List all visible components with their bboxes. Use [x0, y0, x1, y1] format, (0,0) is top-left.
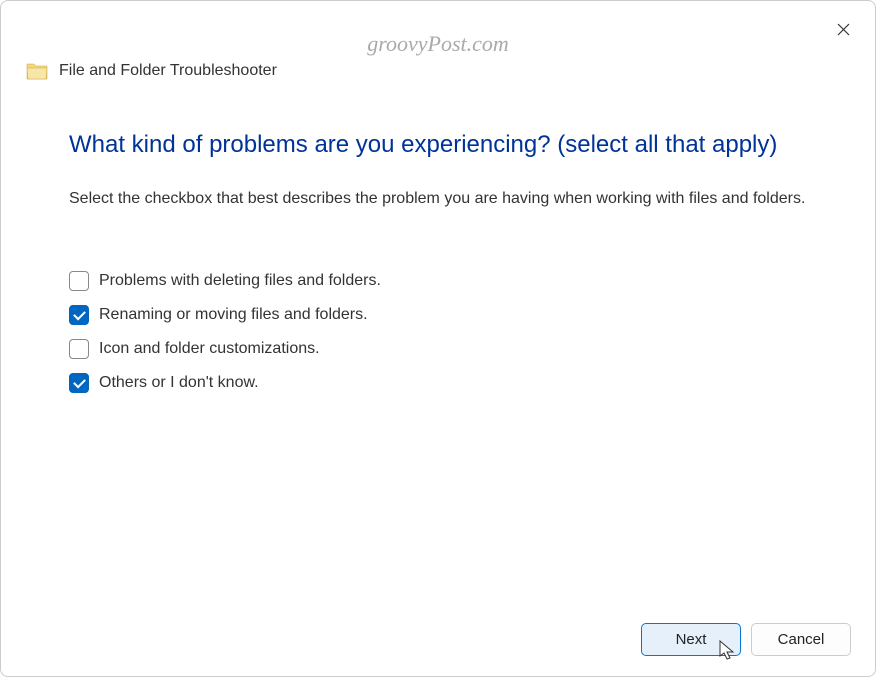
checkbox[interactable] [69, 339, 89, 359]
checkbox[interactable] [69, 305, 89, 325]
troubleshooter-window: groovyPost.com File and Folder Troublesh… [0, 0, 876, 677]
app-title: File and Folder Troubleshooter [59, 62, 277, 80]
page-description: Select the checkbox that best describes … [69, 187, 807, 211]
option-label: Others or I don't know. [99, 374, 259, 392]
close-button[interactable] [831, 17, 855, 41]
page-heading: What kind of problems are you experienci… [69, 131, 807, 159]
checkbox[interactable] [69, 271, 89, 291]
options-list: Problems with deleting files and folders… [69, 271, 807, 393]
option-others[interactable]: Others or I don't know. [69, 373, 807, 393]
checkbox[interactable] [69, 373, 89, 393]
close-icon [837, 23, 850, 36]
option-rename-move[interactable]: Renaming or moving files and folders. [69, 305, 807, 325]
option-label: Problems with deleting files and folders… [99, 272, 381, 290]
next-button[interactable]: Next [641, 623, 741, 656]
option-icon-customization[interactable]: Icon and folder customizations. [69, 339, 807, 359]
option-delete-problems[interactable]: Problems with deleting files and folders… [69, 271, 807, 291]
option-label: Icon and folder customizations. [99, 340, 320, 358]
option-label: Renaming or moving files and folders. [99, 306, 368, 324]
footer-buttons: Next Cancel [641, 623, 851, 656]
header: File and Folder Troubleshooter [1, 1, 875, 81]
cancel-button[interactable]: Cancel [751, 623, 851, 656]
content-area: What kind of problems are you experienci… [1, 81, 875, 393]
folder-icon [25, 61, 49, 81]
